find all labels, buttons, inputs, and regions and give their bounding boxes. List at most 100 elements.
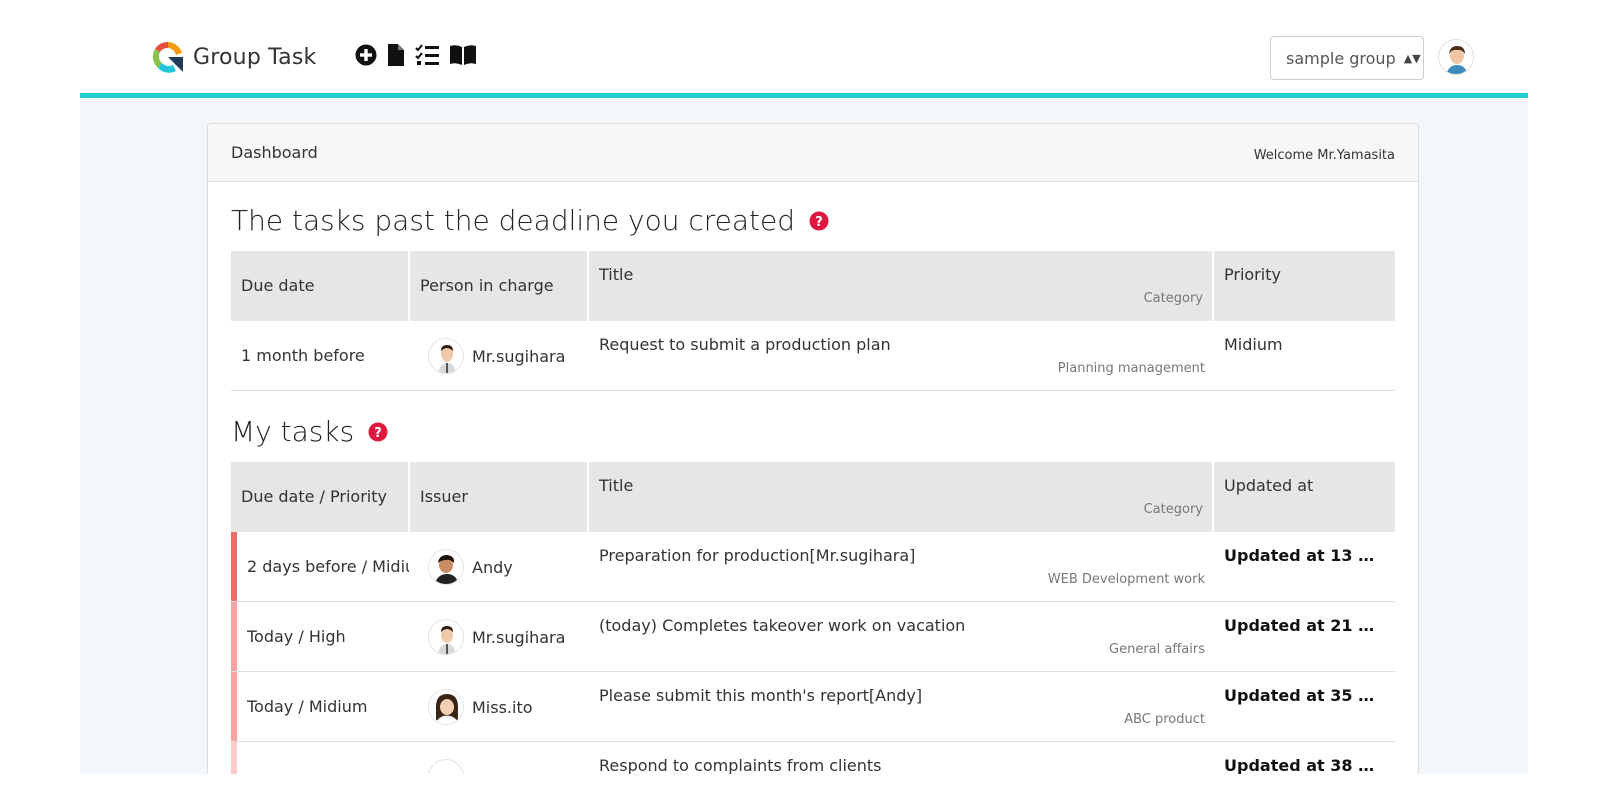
issuer-avatar-image	[429, 690, 463, 724]
header-category-label: Category	[1143, 502, 1203, 517]
card-header: Dashboard Welcome Mr.Yamasita	[208, 124, 1418, 182]
question-circle-icon[interactable]: ?	[368, 422, 388, 442]
cell-title: Preparation for production[Mr.sugihara] …	[589, 532, 1214, 601]
person-avatar-image	[438, 345, 456, 373]
updated-text: Updated at 21 minutes ago	[1224, 616, 1384, 635]
due-text: 1 month before	[241, 346, 365, 365]
table-row[interactable]: 1 month before Mr.sugihara Request to su…	[231, 321, 1395, 391]
task-title[interactable]: Request to submit a production plan	[599, 335, 891, 354]
plus-circle-icon[interactable]	[355, 44, 377, 66]
welcome-message: Welcome Mr.Yamasita	[1253, 148, 1395, 163]
column-header-title[interactable]: Title Category	[589, 462, 1214, 532]
cell-issuer: Miss.ito	[410, 672, 589, 741]
task-category: ABC product	[1124, 712, 1205, 727]
top-navbar: Group Task sample group ▲▼	[80, 0, 1528, 98]
task-title[interactable]: Preparation for production[Mr.sugihara]	[599, 546, 915, 565]
app-title: Group Task	[193, 44, 317, 70]
header-label: Title	[599, 476, 634, 495]
section-title-past-deadline: The tasks past the deadline you created …	[231, 204, 829, 237]
column-header-due[interactable]: Due date	[231, 251, 410, 321]
cell-updated: Updated at 21 minutes ago	[1214, 602, 1395, 671]
task-title[interactable]: Please submit this month's report[Andy]	[599, 686, 922, 705]
issuer-avatar-image	[438, 626, 456, 654]
question-circle-icon[interactable]: ?	[809, 211, 829, 231]
updated-text: Updated at 35 minutes ago	[1224, 686, 1384, 705]
book-icon[interactable]	[449, 44, 477, 66]
tasks-icon[interactable]	[415, 44, 439, 66]
due-text: Today / High	[247, 627, 346, 646]
cell-title: Request to submit a production plan Plan…	[589, 321, 1214, 390]
updated-text: Updated at 13 minutes ago	[1224, 546, 1384, 565]
task-title[interactable]: (today) Completes takeover work on vacat…	[599, 616, 965, 635]
person-in-charge: Mr.sugihara	[428, 338, 565, 374]
viewport-bottom-edge	[0, 774, 1600, 800]
issuer-name: Miss.ito	[472, 697, 533, 717]
user-avatar-image	[1439, 40, 1473, 74]
updated-text: Updated at 38 minutes ago	[1224, 756, 1384, 775]
issuer-avatar-image	[429, 550, 463, 584]
task-category: General affairs	[1109, 642, 1205, 657]
dashboard-card: Dashboard Welcome Mr.Yamasita The tasks …	[207, 123, 1419, 783]
task-category: Planning management	[1057, 361, 1205, 376]
header-label: Person in charge	[420, 276, 554, 295]
table-row[interactable]: Today / High Mr.sugihara (today) Complet…	[231, 602, 1395, 672]
column-header-title[interactable]: Title Category	[589, 251, 1214, 321]
sort-caret-icon: ▲▼	[1403, 51, 1421, 65]
avatar	[428, 338, 464, 374]
header-label: Issuer	[420, 487, 468, 506]
cell-due-priority: Today / High	[231, 602, 410, 671]
table-row[interactable]: Today / Midium Miss.ito Please submit th…	[231, 672, 1395, 742]
group-task-logo-icon	[152, 41, 183, 73]
card-title: Dashboard	[231, 143, 318, 162]
task-title[interactable]: Respond to complaints from clients	[599, 756, 882, 775]
svg-text:?: ?	[374, 426, 382, 441]
app-logo[interactable]: Group Task	[149, 38, 316, 76]
my-tasks-table: Due date / Priority Issuer Title Categor…	[231, 462, 1395, 782]
due-text: 2 days before / Midium	[247, 557, 409, 576]
issuer-name: Mr.sugihara	[472, 627, 566, 647]
cell-person: Mr.sugihara	[410, 321, 589, 390]
column-header-priority[interactable]: Priority	[1214, 251, 1395, 321]
section-title-my-tasks: My tasks ?	[231, 415, 388, 448]
header-label: Updated at	[1224, 476, 1314, 495]
avatar	[428, 549, 464, 585]
past-deadline-table: Due date Person in charge Title Category…	[231, 251, 1395, 391]
cell-title: Please submit this month's report[Andy] …	[589, 672, 1214, 741]
cell-due-priority: 2 days before / Midium	[231, 532, 410, 601]
cell-issuer: Mr.sugihara	[410, 602, 589, 671]
group-select-value: sample group	[1286, 48, 1396, 68]
cell-updated: Updated at 35 minutes ago	[1214, 672, 1395, 741]
user-avatar[interactable]	[1438, 39, 1474, 75]
table-header: Due date Person in charge Title Category…	[231, 251, 1395, 321]
task-category: WEB Development work	[1047, 572, 1205, 587]
column-header-issuer[interactable]: Issuer	[410, 462, 589, 532]
header-label: Due date / Priority	[241, 487, 387, 506]
cell-title: (today) Completes takeover work on vacat…	[589, 602, 1214, 671]
cell-due: 1 month before	[231, 321, 410, 390]
column-header-updated[interactable]: Updated at	[1214, 462, 1395, 532]
header-label: Priority	[1224, 265, 1281, 284]
person-name: Mr.sugihara	[472, 346, 566, 366]
table-header: Due date / Priority Issuer Title Categor…	[231, 462, 1395, 532]
issuer-name: Andy	[472, 557, 513, 577]
header-label: Title	[599, 265, 634, 284]
issuer: Miss.ito	[428, 689, 533, 725]
cell-issuer: Andy	[410, 532, 589, 601]
cell-due-priority: Today / Midium	[231, 672, 410, 741]
issuer: Andy	[428, 549, 513, 585]
column-header-person[interactable]: Person in charge	[410, 251, 589, 321]
header-label: Due date	[241, 276, 315, 295]
header-category-label: Category	[1143, 291, 1203, 306]
table-row[interactable]: 2 days before / Midium Andy Prepara	[231, 532, 1395, 602]
section-title-text: The tasks past the deadline you created	[231, 204, 796, 237]
priority-text: Midium	[1224, 335, 1283, 354]
svg-text:?: ?	[815, 215, 823, 230]
file-icon[interactable]	[387, 44, 405, 66]
issuer: Mr.sugihara	[428, 619, 565, 655]
section-title-text: My tasks	[231, 415, 355, 448]
avatar	[428, 619, 464, 655]
column-header-due-priority[interactable]: Due date / Priority	[231, 462, 410, 532]
cell-priority: Midium	[1214, 321, 1395, 390]
toolbar	[355, 44, 477, 66]
group-select[interactable]: sample group ▲▼	[1270, 36, 1424, 80]
